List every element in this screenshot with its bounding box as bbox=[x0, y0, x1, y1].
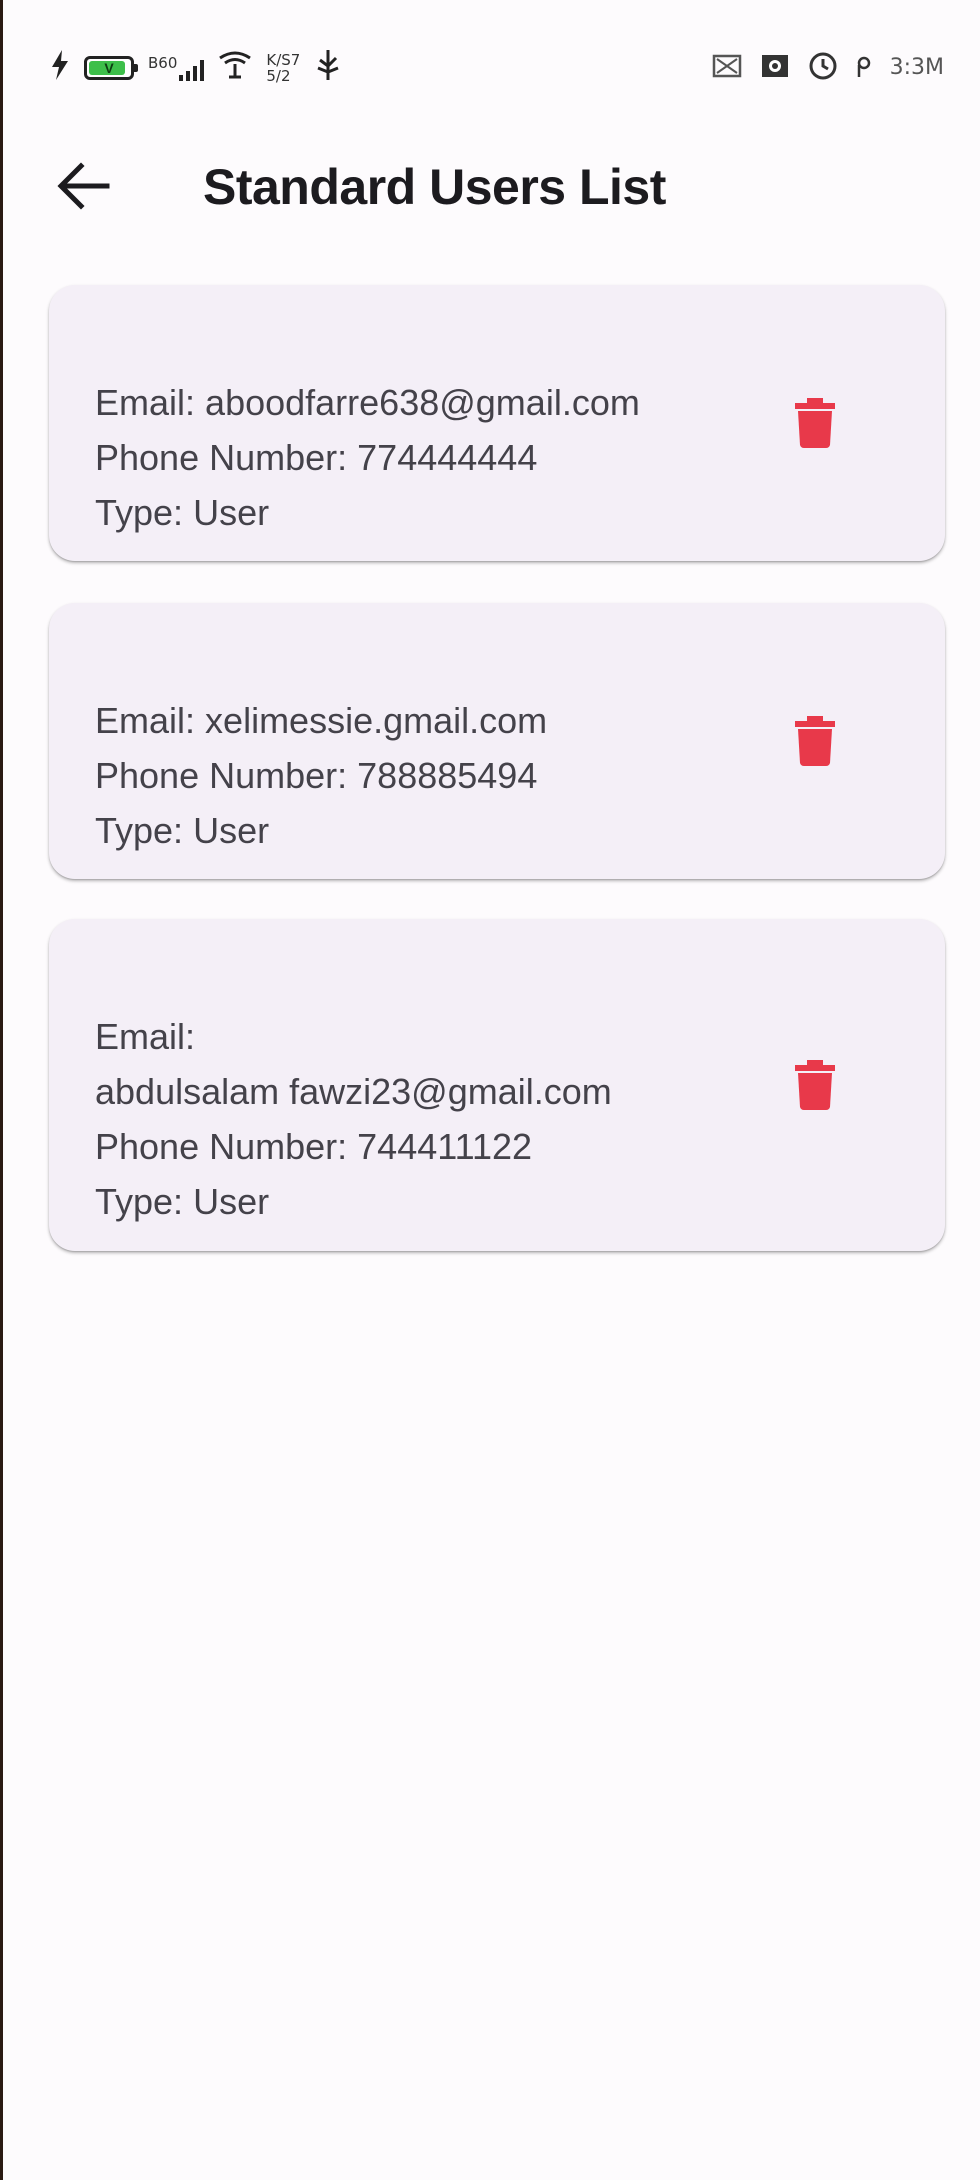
type-label: Type: bbox=[95, 810, 184, 851]
battery-label: V bbox=[104, 59, 114, 76]
speed-bottom: 5/2 bbox=[266, 66, 291, 85]
network-indicator: B60 bbox=[148, 53, 205, 81]
phone-value: 744411122 bbox=[357, 1126, 533, 1167]
type-value: User bbox=[193, 492, 270, 533]
type-value: User bbox=[193, 810, 270, 851]
phone-line: Phone Number: 788885494 bbox=[95, 748, 745, 803]
phone-value: 774444444 bbox=[357, 437, 538, 478]
clock-icon bbox=[808, 51, 838, 86]
email-label: Email: bbox=[95, 382, 196, 423]
user-card: Email: xelimessie.gmail.com Phone Number… bbox=[49, 603, 945, 879]
trash-icon bbox=[795, 398, 835, 448]
email-value: xelimessie.gmail.com bbox=[205, 700, 548, 741]
delete-user-button[interactable] bbox=[785, 1053, 845, 1117]
phone-label: Phone Number: bbox=[95, 1126, 348, 1167]
type-line: Type: User bbox=[95, 803, 745, 858]
signal-bar bbox=[200, 59, 205, 81]
status-time: 3:3M bbox=[889, 55, 944, 80]
phone-line: Phone Number: 774444444 bbox=[95, 430, 745, 485]
window-edge bbox=[0, 0, 3, 2180]
email-line: Email: aboodfarre638@gmail.com bbox=[95, 375, 745, 430]
wifi-icon bbox=[218, 50, 252, 85]
type-label: Type: bbox=[95, 1181, 184, 1222]
page-title: Standard Users List bbox=[203, 159, 666, 215]
type-label: Type: bbox=[95, 492, 184, 533]
phone-value: 788885494 bbox=[357, 755, 538, 796]
phone-label: Phone Number: bbox=[95, 437, 348, 478]
delete-user-button[interactable] bbox=[785, 709, 845, 773]
usb-icon bbox=[314, 48, 342, 87]
data-speed-icon: K/S7 5/2 bbox=[266, 52, 300, 84]
email-label: Email: bbox=[95, 1016, 196, 1057]
email-line: Email: xelimessie.gmail.com bbox=[95, 693, 745, 748]
email-label: Email: bbox=[95, 700, 196, 741]
user-info: Email: abdulsalam fawzi23@gmail.com Phone… bbox=[95, 1009, 695, 1229]
signal-bar bbox=[179, 74, 184, 81]
app-bar: Standard Users List bbox=[0, 140, 980, 240]
arrow-left-icon bbox=[57, 162, 110, 210]
delete-user-button[interactable] bbox=[785, 391, 845, 455]
type-value: User bbox=[193, 1181, 270, 1222]
phone-label: Phone Number: bbox=[95, 755, 348, 796]
charging-bolt-icon bbox=[50, 49, 70, 86]
signal-bar bbox=[186, 70, 191, 81]
signal-bar bbox=[193, 65, 198, 81]
notification-icon bbox=[712, 53, 742, 84]
back-button[interactable] bbox=[48, 150, 120, 222]
type-line: Type: User bbox=[95, 1174, 695, 1229]
user-card: Email: aboodfarre638@gmail.com Phone Num… bbox=[49, 285, 945, 561]
user-card: Email: abdulsalam fawzi23@gmail.com Phone… bbox=[49, 919, 945, 1251]
speed-top: K/S7 bbox=[266, 50, 301, 69]
screenshot-icon bbox=[760, 53, 790, 84]
trash-icon bbox=[795, 716, 835, 766]
pin-icon bbox=[856, 51, 872, 86]
battery-cap bbox=[134, 63, 138, 72]
type-line: Type: User bbox=[95, 485, 745, 540]
trash-icon bbox=[795, 1060, 835, 1110]
email-value: aboodfarre638@gmail.com bbox=[205, 382, 640, 423]
signal-icon bbox=[179, 55, 205, 81]
user-info: Email: xelimessie.gmail.com Phone Number… bbox=[95, 693, 745, 858]
status-bar: V B60 K/S7 5/2 3:3M bbox=[0, 0, 980, 120]
email-line: Email: abdulsalam fawzi23@gmail.com bbox=[95, 1009, 695, 1119]
user-info: Email: aboodfarre638@gmail.com Phone Num… bbox=[95, 375, 745, 540]
battery-icon: V bbox=[84, 55, 138, 80]
network-label: B60 bbox=[148, 53, 178, 72]
phone-line: Phone Number: 744411122 bbox=[95, 1119, 695, 1174]
email-value: abdulsalam fawzi23@gmail.com bbox=[95, 1071, 612, 1112]
status-bar-right: 3:3M bbox=[712, 48, 944, 88]
status-bar-left: V B60 K/S7 5/2 bbox=[50, 48, 342, 87]
